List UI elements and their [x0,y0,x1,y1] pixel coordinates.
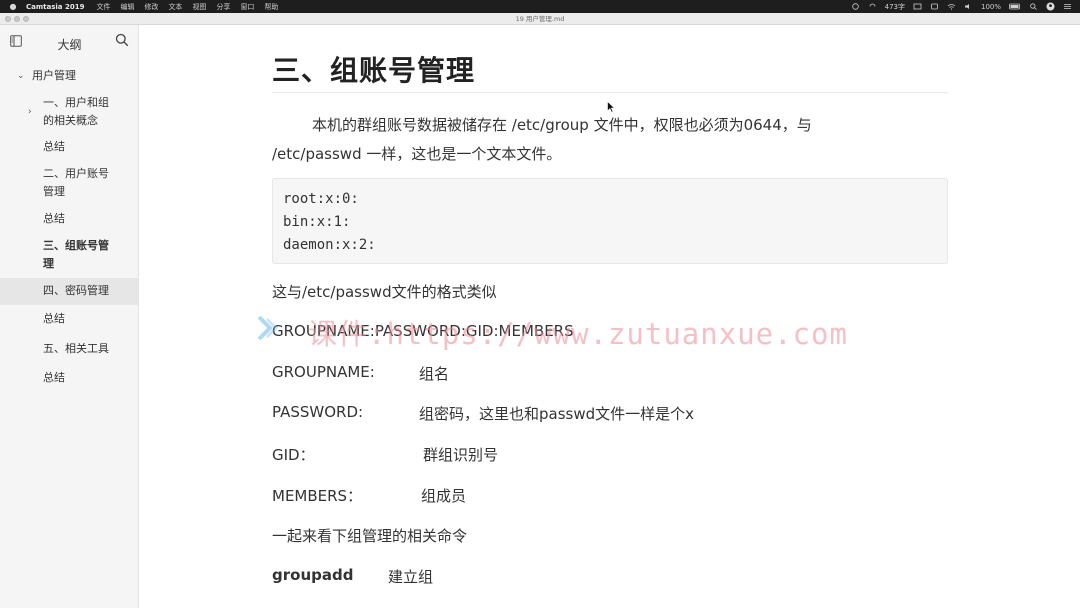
toc-label: 总结 [43,212,65,225]
field-row-members: MEMBERS： 组成员 [272,485,772,505]
sync-icon[interactable] [868,3,877,10]
menu-bar: ● Camtasia 2019 文件 编辑 修改 文本 视图 分享 窗口 帮助 … [0,0,1080,13]
sidebar-header: 大纲 [0,25,139,59]
window-titlebar: 19 用户管理.md [0,13,1080,25]
menu-app-name[interactable]: Camtasia 2019 [26,3,84,11]
intro-line-1: 本机的群组账号数据被储存在 /etc/group 文件中，权限也必须为0644，… [312,116,812,134]
menu-share[interactable]: 分享 [216,2,230,12]
field-row-gid: GID： 群组识别号 [272,444,772,464]
toc-item-summary-4[interactable]: 总结 [0,369,139,387]
toc-label: 用户管理 [32,69,76,82]
volume-icon[interactable] [964,3,973,10]
code-line: root:x:0: [283,191,359,207]
menu-file[interactable]: 文件 [96,2,110,12]
toc-item-section-3[interactable]: 三、组账号管 理 [0,237,139,273]
toc-item-section-4[interactable]: 四、密码管理 [0,278,139,305]
section-heading: 三、组账号管理 [272,54,476,87]
toc-label: 总结 [43,312,65,325]
field-value: 组名 [419,365,450,383]
menu-text[interactable]: 文本 [168,2,182,12]
field-key: PASSWORD: [272,403,364,421]
apple-menu-icon[interactable]: ● [6,2,20,11]
field-value: 群组识别号 [423,446,499,464]
command-row: groupadd 建立组 [272,566,672,586]
watermark-text: 课件:https://www.zutuanxue.com [308,317,848,351]
code-line: bin:x:1: [283,214,351,230]
toc-label: 总结 [43,140,65,153]
word-count: 473字 [884,2,905,11]
menu-edit[interactable]: 编辑 [120,2,134,12]
status-area: 473字 100% [851,0,1072,13]
heading-divider [272,92,948,93]
search-icon[interactable] [115,33,129,47]
command-desc: 建立组 [388,568,434,586]
outline-sidebar: 大纲 ⌄ 用户管理 › 一、用户和组 的相关概念 总结 二、用户账号 管理 总结… [0,25,139,608]
intro-paragraph: 本机的群组账号数据被储存在 /etc/group 文件中，权限也必须为0644，… [272,111,948,169]
toc-label-line2: 管理 [43,185,65,198]
toc-item-section-1[interactable]: › 一、用户和组 的相关概念 [0,94,139,130]
menu-list-icon[interactable] [1063,3,1072,10]
toc-label-line2: 的相关概念 [43,114,98,127]
battery-percent: 100% [980,2,1001,11]
chevron-down-icon[interactable]: ⌄ [17,67,25,85]
toc-label-line1: 二、用户账号 [43,167,109,180]
menu-view[interactable]: 视图 [192,2,206,12]
lead-text: 一起来看下组管理的相关命令 [272,527,468,545]
field-row-groupname: GROUPNAME: 组名 [272,363,772,383]
code-block[interactable]: root:x:0: bin:x:1: daemon:x:2: [272,178,948,264]
toc-item-summary-1[interactable]: 总结 [0,138,139,156]
editor-content[interactable]: 三、组账号管理 本机的群组账号数据被储存在 /etc/group 文件中，权限也… [140,25,1080,608]
command-name: groupadd [272,566,354,584]
toc-label: 四、密码管理 [43,284,109,297]
toc-item-summary-2[interactable]: 总结 [0,210,139,228]
toc-label-line1: 三、组账号管 [43,239,109,252]
toc-label: 五、相关工具 [43,342,109,355]
battery-icon[interactable] [1009,3,1021,10]
field-row-password: PASSWORD: 组密码，这里也和passwd文件一样是个x [272,403,792,423]
toc-item-user-management[interactable]: ⌄ 用户管理 [0,67,139,85]
toc-item-section-2[interactable]: 二、用户账号 管理 [0,165,139,201]
toc-label-line1: 一、用户和组 [43,96,109,109]
toc-label: 总结 [43,371,65,384]
watermark-logo-icon [257,315,279,341]
chevron-right-icon[interactable]: › [28,103,32,121]
menu-help[interactable]: 帮助 [264,2,278,12]
toc-label-line2: 理 [43,257,54,270]
menu-modify[interactable]: 修改 [144,2,158,12]
screen-icon[interactable] [913,3,922,10]
similar-text: 这与/etc/passwd文件的格式类似 [272,283,497,301]
window-title: 19 用户管理.md [515,15,565,23]
code-line: daemon:x:2: [283,237,376,253]
field-key: MEMBERS： [272,487,363,505]
menu-window[interactable]: 窗口 [240,2,254,12]
field-value: 组密码，这里也和passwd文件一样是个x [419,405,695,423]
intro-line-2: /etc/passwd 一样，这也是一个文本文件。 [272,145,562,163]
record-icon[interactable] [851,3,860,10]
field-key: GROUPNAME: [272,363,375,381]
settings-icon[interactable] [930,3,939,10]
toc-item-summary-3[interactable]: 总结 [0,310,139,328]
search-icon[interactable] [1029,3,1038,10]
field-value: 组成员 [421,487,467,505]
user-avatar-icon[interactable] [1046,2,1055,11]
toc-item-section-5[interactable]: 五、相关工具 [0,340,139,358]
wifi-icon[interactable] [947,3,956,10]
field-key: GID： [272,446,315,464]
mouse-cursor-icon [607,101,615,113]
